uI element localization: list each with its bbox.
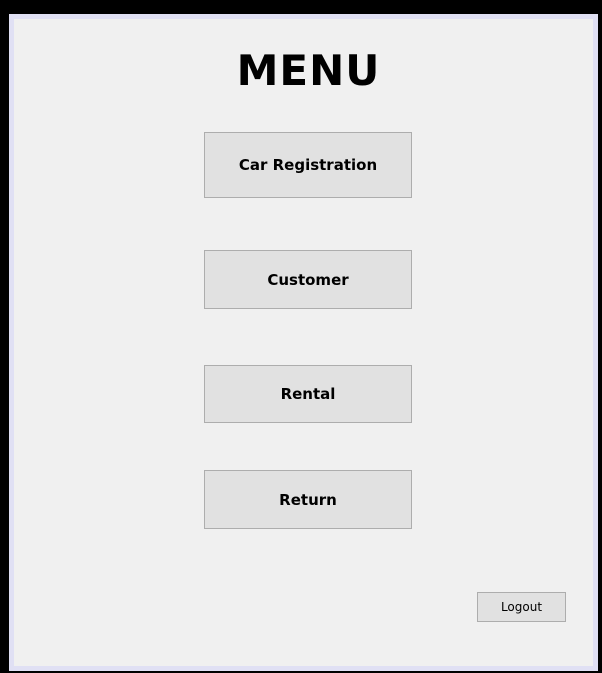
menu-form: MENU Car Registration Customer Rental Re…: [9, 14, 598, 671]
window-frame: MENU Car Registration Customer Rental Re…: [0, 0, 602, 673]
menu-title: MENU: [236, 46, 381, 95]
car-registration-button[interactable]: Car Registration: [204, 132, 412, 198]
customer-button[interactable]: Customer: [204, 250, 412, 309]
logout-button[interactable]: Logout: [477, 592, 566, 622]
rental-button[interactable]: Rental: [204, 365, 412, 423]
return-button[interactable]: Return: [204, 470, 412, 529]
